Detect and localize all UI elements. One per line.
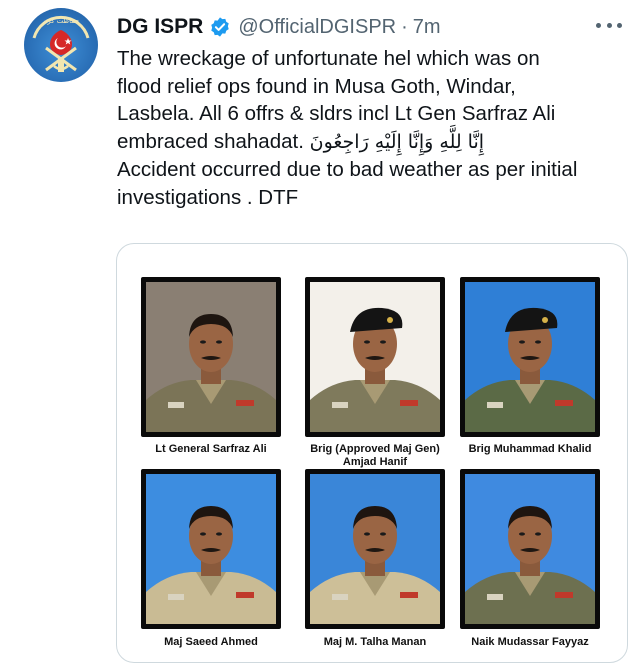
portrait-caption: Naik Mudassar Fayyaz xyxy=(445,636,615,649)
portrait-photo xyxy=(141,469,281,629)
tweet-text-line: Accident occurred due to bad weather as … xyxy=(117,158,578,181)
caption-line: Maj Saeed Ahmed xyxy=(164,636,258,648)
arabic-phrase: إِنَّا لِلَّهِ وَإِنَّا إِلَيْهِ رَاجِعُ… xyxy=(309,130,485,153)
portrait-caption: Brig (Approved Maj Gen) Amjad Hanif xyxy=(290,443,460,468)
tweet-timestamp[interactable]: 7m xyxy=(413,16,441,39)
caption-line: Brig Muhammad Khalid xyxy=(468,443,592,455)
caption-line: Amjad Hanif xyxy=(342,455,408,468)
portrait-photo xyxy=(460,277,600,437)
verified-badge-icon xyxy=(209,16,231,38)
tweet-header: DG ISPR @OfficialDGISPR · 7m xyxy=(117,12,441,42)
tweet-text-line: Lasbela. All 6 offrs & sldrs incl Lt Gen… xyxy=(117,102,556,125)
author-handle[interactable]: @OfficialDGISPR xyxy=(238,16,396,39)
tweet-media-image[interactable]: Lt General Sarfraz Ali Brig (Approved Maj… xyxy=(116,243,628,663)
portrait-photo xyxy=(141,277,281,437)
caption-line: Naik Mudassar Fayyaz xyxy=(471,636,589,648)
portrait-photo xyxy=(305,469,445,629)
tweet: حفاظت کرم DG ISPR @OfficialDGISPR · 7m T… xyxy=(0,0,636,666)
caption-line: Brig (Approved Maj Gen) xyxy=(310,443,440,455)
more-options-icon[interactable] xyxy=(596,18,622,32)
svg-text:حفاظت کرم: حفاظت کرم xyxy=(43,17,79,25)
avatar[interactable]: حفاظت کرم xyxy=(24,8,98,82)
caption-line: Maj M. Talha Manan xyxy=(323,636,427,648)
isp-crest-icon: حفاظت کرم xyxy=(32,15,90,72)
portrait-photo xyxy=(460,469,600,629)
tweet-text: The wreckage of unfortunate hel which wa… xyxy=(117,45,627,211)
portrait-caption: Maj M. Talha Manan xyxy=(290,636,460,649)
portrait-caption: Maj Saeed Ahmed xyxy=(126,636,296,649)
tweet-text-line: The wreckage of unfortunate hel which wa… xyxy=(117,47,540,70)
caption-line: Lt General Sarfraz Ali xyxy=(155,443,267,455)
portrait-caption: Lt General Sarfraz Ali xyxy=(126,443,296,456)
tweet-text-line: flood relief ops found in Musa Goth, Win… xyxy=(117,74,516,98)
header-separator: · xyxy=(401,15,408,38)
tweet-text-segment: embraced shahadat. xyxy=(117,129,304,153)
portrait-photo xyxy=(305,277,445,437)
tweet-text-line-with-arabic: embraced shahadat. إِنَّا لِلَّهِ وَإِنَ… xyxy=(117,128,627,157)
author-name[interactable]: DG ISPR xyxy=(117,15,203,39)
portrait-caption: Brig Muhammad Khalid xyxy=(445,443,615,456)
tweet-text-line: investigations . DTF xyxy=(117,185,299,209)
